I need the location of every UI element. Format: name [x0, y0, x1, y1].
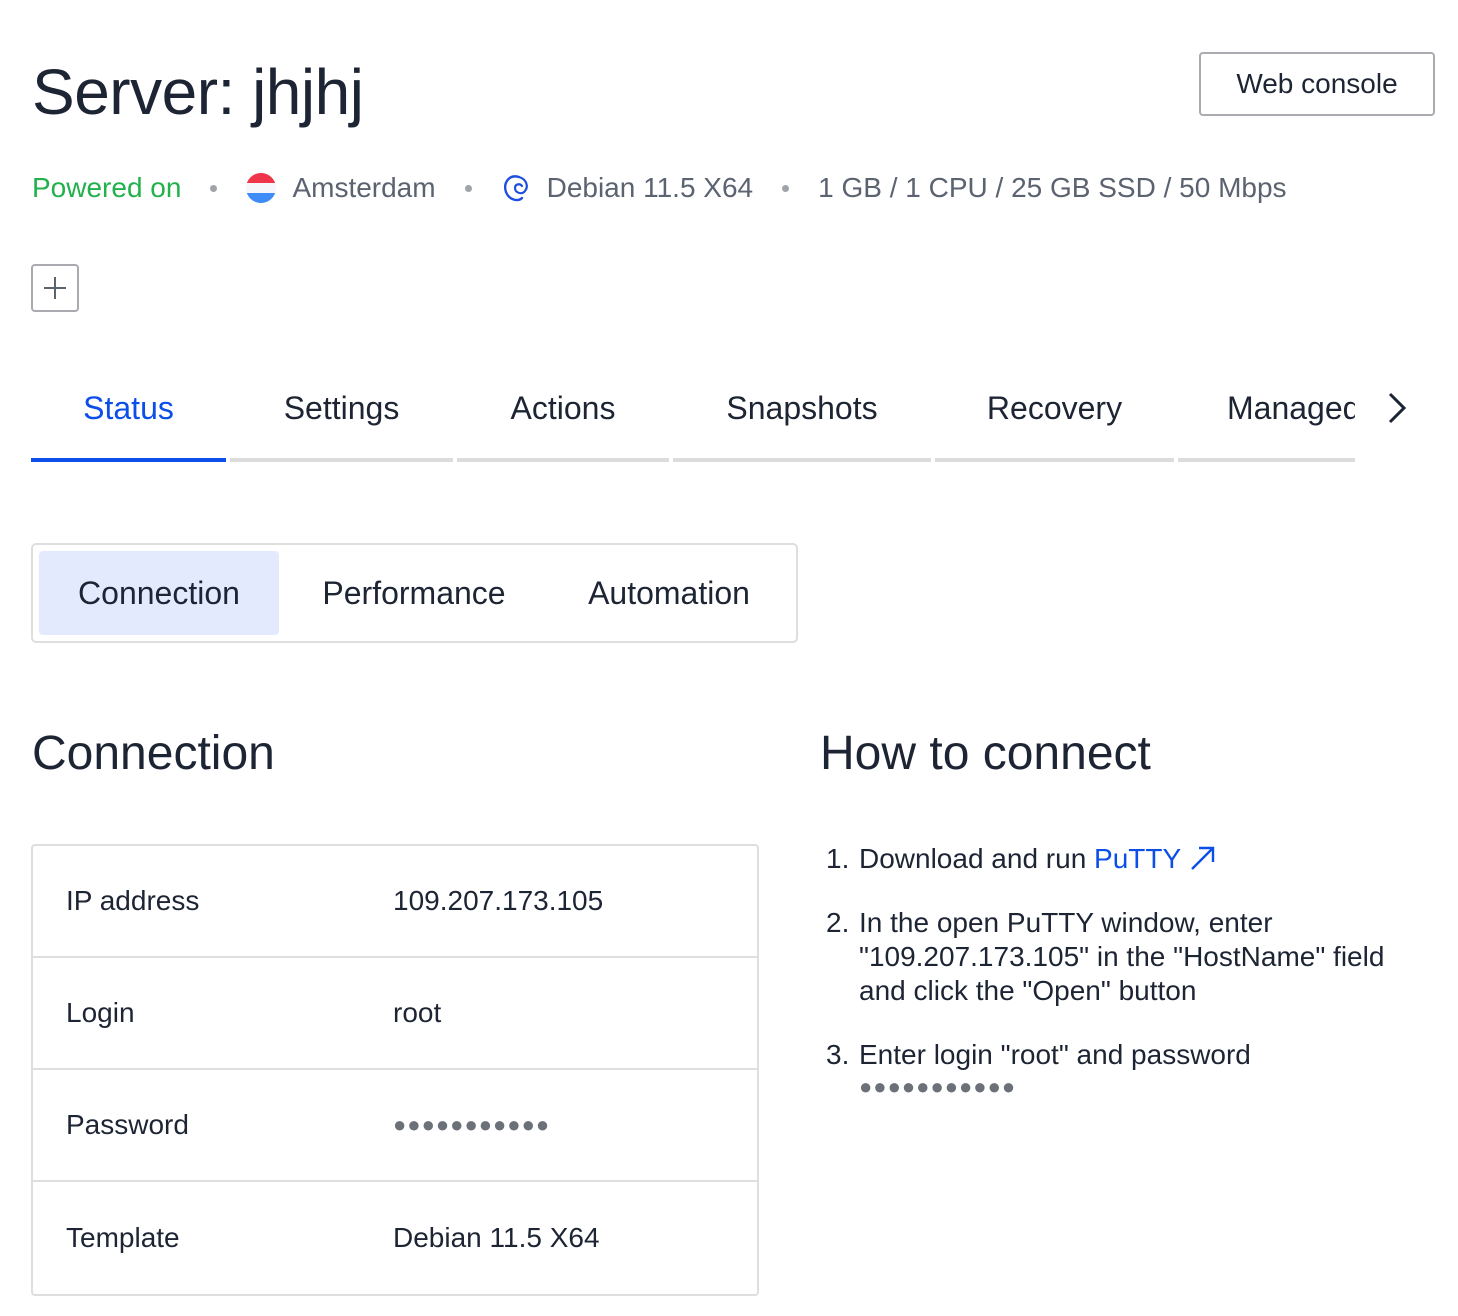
step-text: Enter login "root" and password ●●●●●●●●…	[859, 1038, 1436, 1102]
table-row: Login root	[33, 958, 757, 1070]
how-to-steps: 1. Download and run PuTTY 2. In the open…	[826, 842, 1436, 1132]
netherlands-flag-icon	[246, 173, 277, 203]
list-item: 1. Download and run PuTTY	[826, 842, 1436, 876]
table-row: Template Debian 11.5 X64	[33, 1182, 757, 1294]
connection-heading: Connection	[32, 727, 275, 780]
template-value: Debian 11.5 X64	[393, 1222, 600, 1253]
tab-snapshots[interactable]: Snapshots	[673, 380, 931, 464]
step-text-prefix: Download and run	[859, 843, 1095, 874]
tab-indicator	[457, 458, 669, 462]
subtabs: Connection Performance Automation	[31, 543, 798, 643]
tab-indicator	[31, 458, 226, 462]
separator-dot	[464, 184, 472, 192]
putty-link[interactable]: PuTTY	[1094, 843, 1181, 874]
masked-password: ●●●●●●●●●●●	[859, 1074, 1017, 1099]
step-text: In the open PuTTY window, enter "109.207…	[859, 907, 1385, 1006]
list-item: 2. In the open PuTTY window, enter "109.…	[826, 906, 1436, 1008]
step-number: 1.	[826, 843, 850, 874]
plus-icon	[44, 277, 66, 299]
subtab-automation[interactable]: Automation	[549, 551, 789, 635]
tab-indicator	[230, 458, 453, 462]
tab-recovery[interactable]: Recovery	[935, 380, 1174, 464]
tab-label: Snapshots	[726, 390, 878, 426]
tab-actions[interactable]: Actions	[457, 380, 669, 464]
external-link-icon[interactable]	[1189, 844, 1217, 872]
power-status: Powered on	[32, 172, 182, 203]
page-title: Server: jhjhj	[32, 56, 364, 128]
how-to-connect-heading: How to connect	[820, 727, 1151, 780]
tab-indicator	[1178, 458, 1355, 462]
separator-dot	[210, 184, 218, 192]
tab-indicator	[673, 458, 931, 462]
location-label: Amsterdam	[292, 172, 436, 203]
row-key: Template	[66, 1222, 180, 1253]
tab-label: Managed	[1227, 390, 1355, 426]
row-key: IP address	[66, 885, 200, 916]
specs-label: 1 GB / 1 CPU / 25 GB SSD / 50 Mbps	[818, 172, 1287, 203]
list-item: 3. Enter login "root" and password ●●●●●…	[826, 1038, 1436, 1102]
separator-dot	[782, 184, 790, 192]
step-number: 2.	[826, 907, 850, 938]
tab-indicator	[935, 458, 1174, 462]
main-tabs: Status Settings Actions Snapshots Recove…	[31, 380, 1361, 464]
tab-managed[interactable]: Managed	[1178, 380, 1355, 464]
add-button[interactable]	[31, 264, 79, 312]
subtab-performance[interactable]: Performance	[289, 551, 539, 635]
tab-label: Actions	[510, 390, 616, 426]
tab-label: Recovery	[986, 390, 1123, 426]
server-meta-row: Powered on Amsterdam Debian 11.5 X64 1 G…	[32, 168, 1287, 208]
tab-label: Status	[83, 390, 174, 426]
connection-table: IP address 109.207.173.105 Login root Pa…	[31, 844, 759, 1296]
os-label: Debian 11.5 X64	[546, 172, 754, 203]
subtab-connection[interactable]: Connection	[39, 551, 279, 635]
debian-swirl-icon	[503, 175, 528, 202]
step-text-main: Enter login "root" and password	[859, 1039, 1251, 1070]
password-value[interactable]: ●●●●●●●●●●●	[393, 1112, 757, 1138]
web-console-button[interactable]: Web console	[1199, 52, 1435, 116]
row-key: Login	[66, 997, 135, 1028]
step-number: 3.	[826, 1039, 850, 1070]
chevron-right-icon[interactable]	[1380, 388, 1416, 428]
tab-label: Settings	[283, 390, 400, 426]
ip-address-value[interactable]: 109.207.173.105	[393, 885, 757, 917]
table-row: Password ●●●●●●●●●●●	[33, 1070, 757, 1182]
step-text: Download and run PuTTY	[859, 842, 1436, 876]
tab-settings[interactable]: Settings	[230, 380, 453, 464]
login-value[interactable]: root	[393, 997, 757, 1029]
table-row: IP address 109.207.173.105	[33, 846, 757, 958]
tab-status[interactable]: Status	[31, 380, 226, 464]
row-key: Password	[66, 1109, 189, 1140]
